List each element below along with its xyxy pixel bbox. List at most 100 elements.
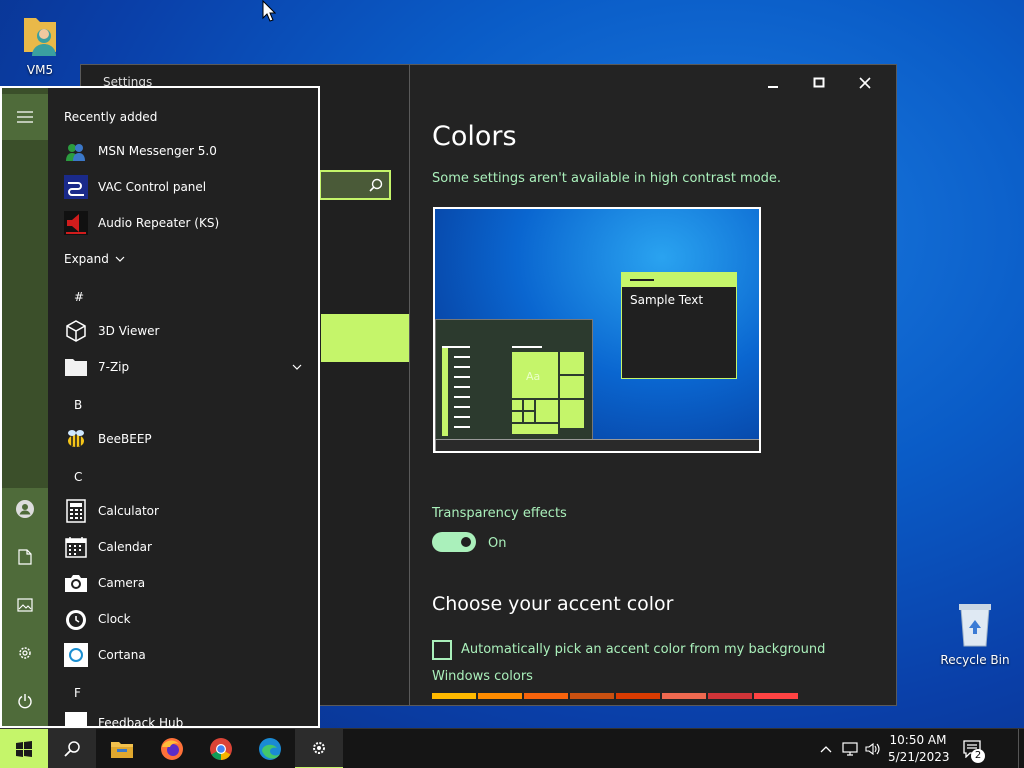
power-icon: [18, 694, 32, 709]
group-header-hash[interactable]: #: [74, 290, 84, 304]
app-label: Calculator: [98, 504, 159, 518]
chrome-button[interactable]: [197, 729, 245, 768]
app-clock[interactable]: Clock: [64, 602, 314, 636]
minimize-icon: [768, 86, 778, 88]
color-swatch[interactable]: [524, 693, 568, 699]
volume-button[interactable]: [862, 729, 884, 768]
color-swatch[interactable]: [662, 693, 706, 699]
action-center-button[interactable]: 2: [955, 729, 989, 768]
app-camera[interactable]: Camera: [64, 566, 314, 600]
group-header-f[interactable]: F: [74, 686, 81, 700]
transparency-toggle[interactable]: [432, 532, 476, 552]
start-rail: [2, 88, 48, 726]
start-menu: Recently added MSN Messenger 5.0 VAC Con…: [0, 86, 320, 728]
clock-area[interactable]: 10:50 AM 5/21/2023: [888, 732, 950, 766]
minimize-button[interactable]: [750, 69, 796, 99]
user-icon: [16, 500, 34, 518]
app-calendar[interactable]: Calendar: [64, 530, 314, 564]
power-button[interactable]: [2, 678, 48, 724]
windows-colors-label: Windows colors: [432, 669, 533, 684]
app-label: Calendar: [98, 540, 152, 554]
camera-icon: [64, 571, 88, 595]
high-contrast-note: Some settings aren't available in high c…: [432, 171, 782, 186]
calendar-icon: [64, 535, 88, 559]
search-button[interactable]: [48, 729, 96, 768]
show-hidden-icons-button[interactable]: [814, 729, 838, 768]
transparency-label: Transparency effects: [432, 506, 567, 521]
volume-icon: [865, 742, 880, 756]
gear-icon: [19, 647, 31, 659]
windows-colors-swatches[interactable]: [432, 693, 798, 699]
pictures-button[interactable]: [2, 582, 48, 628]
start-button[interactable]: [0, 729, 48, 768]
msn-messenger-icon: [64, 139, 88, 163]
settings-nav-selected-item[interactable]: [321, 314, 409, 362]
cortana-icon: [64, 643, 88, 667]
chevron-down-icon[interactable]: [292, 364, 302, 370]
accent-heading: Choose your accent color: [432, 593, 674, 615]
app-cortana[interactable]: Cortana: [64, 638, 314, 672]
show-desktop-button[interactable]: [1018, 729, 1024, 768]
chevron-down-icon: [115, 256, 125, 262]
group-header-c[interactable]: C: [74, 470, 82, 484]
recycle-bin-icon: [959, 604, 991, 647]
edge-button[interactable]: [246, 729, 294, 768]
app-audio-repeater[interactable]: Audio Repeater (KS): [64, 206, 314, 240]
document-icon: [18, 549, 32, 565]
search-icon: [369, 178, 383, 192]
color-swatch[interactable]: [570, 693, 614, 699]
file-explorer-button[interactable]: [98, 729, 146, 768]
app-calculator[interactable]: Calculator: [64, 494, 314, 528]
app-label: Camera: [98, 576, 146, 590]
desktop-icon-vm5[interactable]: VM5: [0, 10, 80, 77]
preview-taskbar: [435, 439, 759, 451]
maximize-button[interactable]: [796, 69, 842, 99]
preview-window: Sample Text: [621, 272, 737, 379]
app-msn-messenger[interactable]: MSN Messenger 5.0: [64, 134, 314, 168]
color-swatch[interactable]: [478, 693, 522, 699]
app-3d-viewer[interactable]: 3D Viewer: [64, 314, 314, 348]
group-header-b[interactable]: B: [74, 398, 82, 412]
app-vac-control-panel[interactable]: VAC Control panel: [64, 170, 314, 204]
calculator-icon: [64, 499, 88, 523]
chrome-icon: [210, 738, 232, 760]
color-swatch[interactable]: [616, 693, 660, 699]
desktop-icon-recycle-bin[interactable]: Recycle Bin: [935, 600, 1015, 667]
color-swatch[interactable]: [754, 693, 798, 699]
preview-sample-text: Sample Text: [630, 293, 704, 307]
chevron-up-icon: [820, 746, 832, 753]
folder-icon: [64, 355, 88, 379]
auto-accent-label[interactable]: Automatically pick an accent color from …: [461, 642, 825, 657]
app-beebeep[interactable]: BeeBEEP: [64, 422, 314, 456]
app-label: Clock: [98, 612, 131, 626]
user-account-button[interactable]: [2, 486, 48, 532]
windows-logo-icon: [16, 741, 32, 757]
hamburger-button[interactable]: [2, 94, 48, 140]
network-icon: [842, 742, 858, 756]
color-swatch[interactable]: [432, 693, 476, 699]
firefox-button[interactable]: [148, 729, 196, 768]
close-button[interactable]: [842, 69, 888, 99]
file-explorer-icon: [111, 742, 133, 758]
network-button[interactable]: [838, 729, 862, 768]
app-label: 3D Viewer: [98, 324, 160, 338]
expand-button[interactable]: Expand: [64, 252, 125, 266]
clock-icon: [64, 607, 88, 631]
search-icon: [64, 741, 80, 757]
page-title: Colors: [432, 121, 517, 152]
settings-search-box[interactable]: [319, 170, 391, 200]
bee-icon: [64, 427, 88, 451]
expand-label: Expand: [64, 252, 109, 266]
edge-icon: [259, 738, 281, 760]
color-swatch[interactable]: [708, 693, 752, 699]
settings-taskbar-button[interactable]: [295, 729, 343, 768]
auto-accent-checkbox[interactable]: [432, 640, 452, 660]
desktop-icon-label: VM5: [26, 63, 54, 77]
clock-time: 10:50 AM: [889, 733, 947, 747]
documents-button[interactable]: [2, 534, 48, 580]
pictures-icon: [17, 598, 33, 612]
app-7-zip[interactable]: 7-Zip: [64, 350, 314, 384]
app-feedback-hub[interactable]: Feedback Hub: [64, 706, 314, 726]
settings-button[interactable]: [2, 630, 48, 676]
user-folder-icon: [24, 18, 56, 56]
